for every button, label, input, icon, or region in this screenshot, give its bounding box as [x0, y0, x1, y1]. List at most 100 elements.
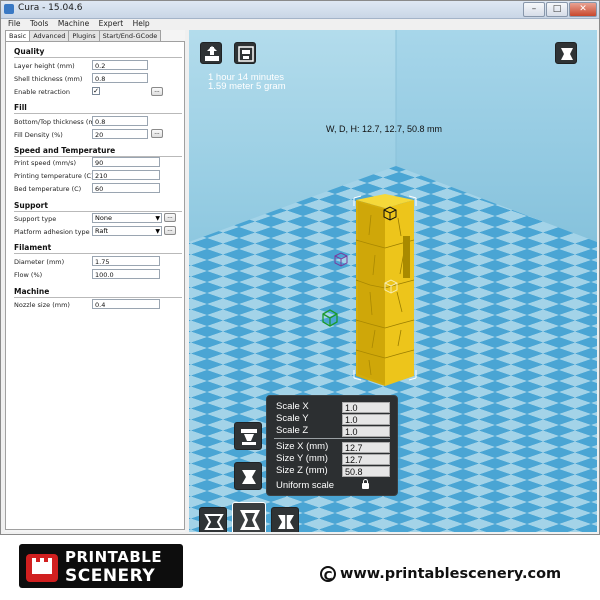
divider — [14, 57, 182, 58]
shell-thickness-input[interactable]: 0.8 — [92, 73, 148, 83]
layer-height-label: Layer height (mm) — [14, 62, 75, 70]
close-button[interactable]: ✕ — [569, 2, 597, 17]
maximize-button[interactable]: □ — [546, 2, 568, 17]
fill-density-label: Fill Density (%) — [14, 131, 63, 139]
diameter-input[interactable]: 1.75 — [92, 256, 160, 266]
section-fill-title: Fill — [14, 103, 27, 112]
support-type-value: None — [95, 214, 112, 222]
mirror-tool-button[interactable] — [271, 507, 299, 532]
scale-max-button[interactable] — [234, 462, 262, 490]
settings-tabs: Basic Advanced Plugins Start/End-GCode — [5, 30, 162, 42]
logo-line-scenery: SCENERY — [65, 566, 156, 586]
shell-thickness-label: Shell thickness (mm) — [14, 75, 83, 83]
scale-max-icon — [242, 470, 256, 484]
flow-label: Flow (%) — [14, 271, 43, 279]
rotate-tool-button[interactable] — [199, 507, 227, 532]
view-mode-button[interactable] — [555, 42, 577, 64]
tab-start-end-gcode[interactable]: Start/End-GCode — [98, 30, 162, 41]
cura-app-icon — [4, 4, 14, 14]
divider — [14, 113, 182, 114]
adhesion-more-button[interactable]: ... — [164, 226, 176, 235]
flow-input[interactable]: 100.0 — [92, 269, 160, 279]
scale-x-label: Scale X — [276, 401, 309, 412]
uniform-scale-label: Uniform scale — [276, 480, 335, 491]
size-y-input[interactable]: 12.7 — [342, 454, 390, 465]
castle-logo-icon — [26, 554, 58, 582]
platform-adhesion-select[interactable]: Raft ▼ — [92, 226, 162, 236]
fill-density-input[interactable]: 20 — [92, 129, 148, 139]
bottom-top-thickness-input[interactable]: 0.8 — [92, 116, 148, 126]
retraction-more-button[interactable]: ... — [151, 87, 163, 96]
settings-panel: Basic Advanced Plugins Start/End-GCode Q… — [5, 30, 185, 532]
scale-z-input[interactable]: 1.0 — [342, 426, 390, 437]
size-x-label: Size X (mm) — [276, 441, 329, 452]
divider — [274, 438, 390, 439]
menu-expert[interactable]: Expert — [99, 19, 124, 28]
bed-temperature-label: Bed temperature (C) — [14, 185, 82, 193]
print-speed-input[interactable]: 90 — [92, 157, 160, 167]
bed-temperature-input[interactable]: 60 — [92, 183, 160, 193]
size-x-input[interactable]: 12.7 — [342, 442, 390, 453]
bottom-top-thickness-label: Bottom/Top thickness (mm) — [14, 118, 104, 126]
save-toolpath-button[interactable] — [234, 42, 256, 64]
menu-machine[interactable]: Machine — [58, 19, 89, 28]
reset-scale-icon — [241, 429, 257, 445]
load-model-icon — [205, 46, 219, 61]
mirror-icon — [278, 513, 294, 531]
window-title: Cura - 15.04.6 — [18, 3, 83, 13]
reset-scale-button[interactable] — [234, 422, 262, 450]
support-type-label: Support type — [14, 215, 57, 223]
filament-used: 1.59 meter 5 gram — [208, 81, 286, 92]
title-bar: Cura - 15.04.6 – □ ✕ — [1, 1, 599, 19]
fill-more-button[interactable]: ... — [151, 129, 163, 138]
enable-retraction-label: Enable retraction — [14, 88, 70, 96]
copyright-icon: C — [320, 566, 336, 583]
tab-advanced[interactable]: Advanced — [29, 30, 70, 41]
enable-retraction-checkbox[interactable]: ✓ — [92, 87, 100, 95]
3d-viewport[interactable]: 1 hour 14 minutes 1.59 meter 5 gram W, D… — [189, 30, 597, 532]
section-support-title: Support — [14, 201, 48, 210]
chevron-down-icon: ▼ — [155, 228, 160, 235]
rotate-icon — [204, 514, 224, 530]
layer-height-input[interactable]: 0.2 — [92, 60, 148, 70]
print-icon — [238, 46, 254, 62]
basic-settings: Quality Layer height (mm) 0.2 Shell thic… — [5, 41, 185, 530]
scale-x-input[interactable]: 1.0 — [342, 402, 390, 413]
print-speed-label: Print speed (mm/s) — [14, 159, 77, 167]
platform-adhesion-label: Platform adhesion type — [14, 228, 90, 236]
divider — [14, 253, 182, 254]
support-type-select[interactable]: None ▼ — [92, 213, 162, 223]
load-model-button[interactable] — [200, 42, 222, 64]
nozzle-size-input[interactable]: 0.4 — [92, 299, 160, 309]
tab-plugins[interactable]: Plugins — [68, 30, 100, 41]
scale-y-input[interactable]: 1.0 — [342, 414, 390, 425]
scale-y-label: Scale Y — [276, 413, 309, 424]
scale-tool-button[interactable] — [232, 502, 266, 532]
chevron-down-icon: ▼ — [155, 215, 160, 222]
scale-icon — [240, 510, 260, 530]
menu-help[interactable]: Help — [133, 19, 150, 28]
support-more-button[interactable]: ... — [164, 213, 176, 222]
scale-z-label: Scale Z — [276, 425, 309, 436]
menu-tools[interactable]: Tools — [30, 19, 48, 28]
window-controls: – □ ✕ — [523, 2, 597, 17]
platform-adhesion-value: Raft — [95, 227, 109, 235]
size-z-input[interactable]: 50.8 — [342, 466, 390, 477]
menu-bar: File Tools Machine Expert Help — [1, 19, 599, 30]
menu-file[interactable]: File — [8, 19, 21, 28]
size-z-label: Size Z (mm) — [276, 465, 328, 476]
section-machine-title: Machine — [14, 287, 50, 296]
divider — [14, 297, 182, 298]
website-url: www.printablescenery.com — [340, 566, 562, 582]
nozzle-size-label: Nozzle size (mm) — [14, 301, 70, 309]
logo-line-printable: PRINTABLE — [65, 548, 163, 566]
minimize-button[interactable]: – — [523, 2, 545, 17]
model-dimensions: W, D, H: 12.7, 12.7, 50.8 mm — [326, 124, 443, 134]
website-credit: Cwww.printablescenery.com — [320, 566, 562, 583]
printing-temperature-input[interactable]: 210 — [92, 170, 160, 180]
size-y-label: Size Y (mm) — [276, 453, 328, 464]
printing-temperature-label: Printing temperature (C) — [14, 172, 94, 180]
printable-scenery-logo: PRINTABLE SCENERY — [19, 544, 183, 588]
section-filament-title: Filament — [14, 243, 52, 252]
lock-icon[interactable] — [362, 479, 369, 489]
